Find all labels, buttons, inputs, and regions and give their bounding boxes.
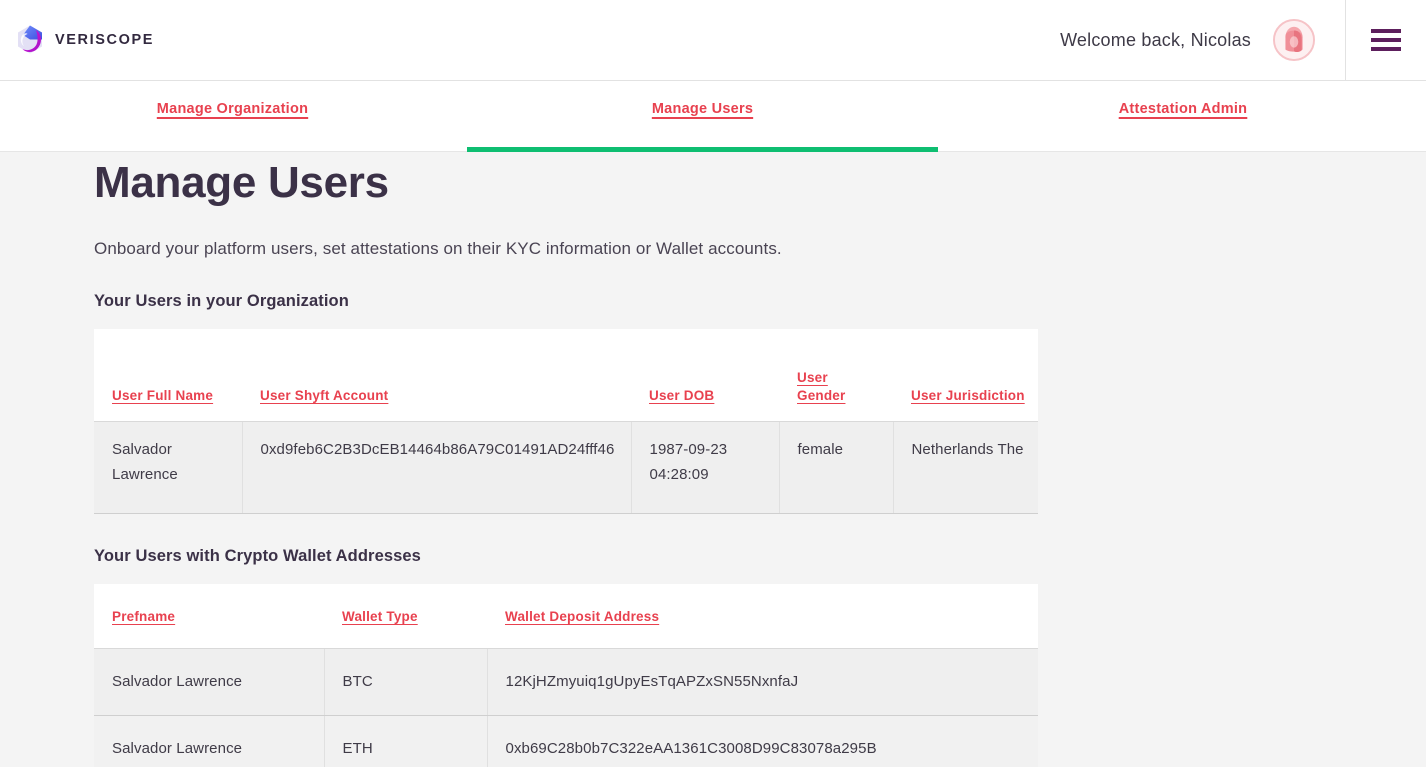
cell-user-full-name: Salvador Lawrence [94,421,243,515]
column-header-label[interactable]: Wallet Deposit Address [505,609,659,624]
cell-prefname: Salvador Lawrence [94,715,325,767]
users-table-wrapper: User Full Name User Shyft Account User D… [94,328,1038,515]
cell-user-gender: female [779,421,894,515]
column-header-label[interactable]: Prefname [112,609,175,624]
table-row[interactable]: Salvador Lawrence 0xd9feb6C2B3DcEB14464b… [94,421,1038,515]
tab-manage-users[interactable]: Manage Users [465,81,940,152]
tab-label: Attestation Admin [1118,101,1248,117]
column-header-user-gender[interactable]: User Gender [779,328,893,423]
user-avatar-icon [1275,21,1313,59]
column-header-label[interactable]: User Shyft Account [260,388,388,403]
column-header-label[interactable]: User DOB [649,388,714,403]
top-header-bar: VERISCOPE Welcome back, Nicolas [0,0,1426,81]
users-table: User Full Name User Shyft Account User D… [94,328,1038,515]
column-header-user-dob[interactable]: User DOB [631,328,779,423]
table-header-row: User Full Name User Shyft Account User D… [94,328,1038,423]
column-header-label[interactable]: User Full Name [112,388,213,403]
wallets-table-wrapper: Prefname Wallet Type Wallet Deposit Addr… [94,584,1038,767]
wallets-table: Prefname Wallet Type Wallet Deposit Addr… [94,584,1038,767]
brand-logo[interactable]: VERISCOPE [14,24,154,56]
cell-user-shyft-account: 0xd9feb6C2B3DcEB14464b86A79C01491AD24fff… [242,421,632,515]
page-title: Manage Users [94,158,389,207]
table-row[interactable]: Salvador Lawrence BTC 12KjHZmyuiq1gUpyEs… [94,648,1038,717]
column-header-prefname[interactable]: Prefname [94,584,324,649]
header-right-cluster: Welcome back, Nicolas [1060,0,1426,80]
hamburger-bar [1371,47,1401,51]
users-section-heading: Your Users in your Organization [94,291,349,310]
cell-wallet-type: ETH [324,715,488,767]
brand-name: VERISCOPE [55,32,155,48]
page-content: Manage Users Onboard your platform users… [0,152,1426,767]
column-header-user-full-name[interactable]: User Full Name [94,328,242,423]
column-header-label[interactable]: User Gender [797,370,845,403]
hamburger-bar [1371,38,1401,42]
tab-label: Manage Users [651,101,754,117]
table-row[interactable]: Salvador Lawrence ETH 0xb69C28b0b7C322eA… [94,715,1038,767]
cell-user-dob: 1987-09-23 04:28:09 [631,421,780,515]
column-header-wallet-deposit-address[interactable]: Wallet Deposit Address [487,584,1038,649]
cell-wallet-deposit-address: 0xb69C28b0b7C322eAA1361C3008D99C83078a29… [487,715,1038,767]
tab-label: Manage Organization [156,101,309,117]
veriscope-swirl-logo-icon [18,25,42,54]
tab-manage-organization[interactable]: Manage Organization [0,81,465,151]
column-header-wallet-type[interactable]: Wallet Type [324,584,487,649]
tab-attestation-admin[interactable]: Attestation Admin [940,81,1426,151]
page-description: Onboard your platform users, set attesta… [94,238,782,258]
menu-button-cell[interactable] [1345,0,1426,80]
wallets-section-heading: Your Users with Crypto Wallet Addresses [94,547,421,566]
cell-user-jurisdiction: Netherlands The [893,421,1038,515]
hamburger-menu-icon[interactable] [1371,24,1401,56]
primary-navigation: Manage Organization Manage Users Attesta… [0,81,1426,152]
hamburger-bar [1371,29,1401,33]
avatar[interactable] [1273,19,1315,61]
column-header-label[interactable]: Wallet Type [342,609,418,624]
table-header-row: Prefname Wallet Type Wallet Deposit Addr… [94,584,1038,649]
column-header-user-shyft-account[interactable]: User Shyft Account [242,328,631,423]
column-header-user-jurisdiction[interactable]: User Jurisdiction [893,328,1038,423]
cell-wallet-deposit-address: 12KjHZmyuiq1gUpyEsTqAPZxSN55NxnfaJ [487,648,1038,717]
welcome-message: Welcome back, Nicolas [1060,29,1251,50]
column-header-label[interactable]: User Jurisdiction [911,388,1025,403]
cell-wallet-type: BTC [324,648,488,717]
cell-prefname: Salvador Lawrence [94,648,325,717]
